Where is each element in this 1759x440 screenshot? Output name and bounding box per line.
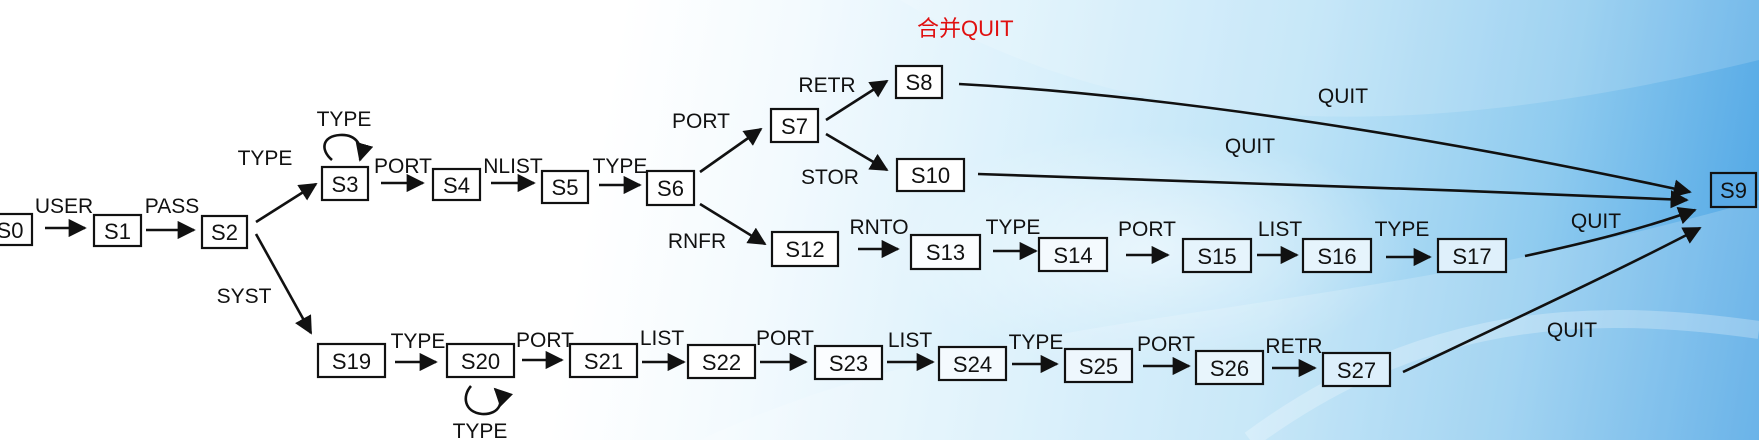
svg-text:S0: S0 [0, 218, 23, 243]
label-pass: PASS [145, 195, 199, 218]
label-type-s16-s17: TYPE [1375, 218, 1430, 241]
label-rnto: RNTO [849, 216, 908, 239]
label-port-s25-s26: PORT [1137, 333, 1195, 356]
label-type-s13-s14: TYPE [986, 216, 1041, 239]
label-list-s15-s16: LIST [1258, 218, 1303, 241]
state-s0: S0 [0, 212, 34, 247]
edge-s2-s3 [255, 182, 318, 224]
svg-text:S2: S2 [211, 220, 238, 245]
svg-text:S12: S12 [785, 237, 824, 262]
state-s23: S23 [813, 344, 884, 381]
state-s19: S19 [316, 342, 387, 379]
label-syst: SYST [217, 285, 272, 308]
loop-s3 [323, 133, 374, 162]
state-s20: S20 [445, 342, 516, 379]
loop-s20 [464, 385, 514, 416]
svg-text:S23: S23 [829, 351, 868, 376]
svg-text:S27: S27 [1337, 358, 1376, 383]
label-quit-s8: QUIT [1318, 85, 1368, 108]
label-retr-s7-s8: RETR [798, 74, 855, 97]
svg-text:S22: S22 [702, 350, 741, 375]
label-list-s23-s24: LIST [888, 329, 933, 352]
label-quit-s10: QUIT [1225, 135, 1275, 158]
svg-text:S24: S24 [953, 352, 992, 377]
label-rnfr: RNFR [668, 230, 726, 253]
svg-text:S17: S17 [1452, 244, 1491, 269]
label-port-s3-s4: PORT [374, 155, 432, 178]
state-s3: S3 [320, 165, 370, 202]
state-s26: S26 [1194, 349, 1265, 386]
svg-text:S25: S25 [1079, 354, 1118, 379]
svg-text:S9: S9 [1720, 178, 1747, 203]
svg-text:S3: S3 [332, 172, 359, 197]
svg-text:S10: S10 [911, 163, 950, 188]
state-s21: S21 [568, 342, 639, 379]
svg-text:S21: S21 [584, 349, 623, 374]
state-s27: S27 [1321, 351, 1392, 388]
state-diagram: 合并QUIT USER PASS TYPE TYPE PORT NLIST TY… [0, 16, 1758, 440]
state-s9: S9 [1709, 171, 1758, 209]
svg-text:S4: S4 [443, 173, 470, 198]
state-s14: S14 [1037, 236, 1109, 273]
label-port-s14-s15: PORT [1118, 218, 1176, 241]
state-s8: S8 [894, 64, 944, 100]
label-quit-s17: QUIT [1571, 210, 1621, 233]
svg-text:S5: S5 [552, 175, 579, 200]
svg-text:S7: S7 [781, 114, 808, 139]
svg-text:S1: S1 [104, 219, 131, 244]
merge-quit-note: 合并QUIT [917, 16, 1014, 41]
state-s12: S12 [770, 230, 840, 268]
state-s17: S17 [1436, 237, 1508, 274]
svg-text:S14: S14 [1053, 243, 1092, 268]
state-s16: S16 [1301, 237, 1373, 274]
label-type-s5-s6: TYPE [593, 155, 648, 178]
label-port-s22-s23: PORT [756, 327, 814, 350]
label-user: USER [35, 195, 93, 218]
state-s1: S1 [92, 213, 143, 248]
label-port-s6-s7: PORT [672, 110, 730, 133]
label-stor: STOR [801, 166, 859, 189]
svg-text:S26: S26 [1210, 356, 1249, 381]
state-s13: S13 [909, 233, 982, 271]
svg-text:S13: S13 [926, 240, 965, 265]
label-quit-s27: QUIT [1547, 319, 1597, 342]
svg-text:S20: S20 [461, 349, 500, 374]
svg-text:S6: S6 [657, 176, 684, 201]
label-port-s20-s21: PORT [516, 329, 574, 352]
state-s15: S15 [1181, 237, 1253, 274]
state-s25: S25 [1063, 347, 1134, 384]
state-s5: S5 [540, 169, 590, 205]
svg-text:S15: S15 [1197, 244, 1236, 269]
state-s10: S10 [895, 157, 966, 193]
label-nlist: NLIST [483, 155, 543, 178]
edge-s6-s7 [699, 127, 763, 174]
label-type-s24-s25: TYPE [1009, 331, 1064, 354]
state-s2: S2 [200, 214, 249, 250]
svg-text:S19: S19 [332, 349, 371, 374]
state-s22: S22 [686, 343, 757, 380]
edge-s2-s19 [254, 233, 313, 335]
label-type-loop-s3: TYPE [317, 108, 372, 131]
edge-s10-s9 [977, 172, 1689, 209]
label-type-s2-s3: TYPE [238, 147, 293, 170]
state-s6: S6 [645, 169, 696, 207]
svg-text:S8: S8 [906, 70, 933, 95]
edge-s7-s10 [825, 132, 889, 172]
label-list-s21-s22: LIST [640, 327, 685, 350]
label-type-loop-s20: TYPE [453, 420, 508, 440]
state-s7: S7 [769, 107, 820, 144]
state-s24: S24 [937, 345, 1008, 382]
svg-text:S16: S16 [1317, 244, 1356, 269]
label-type-s19-s20: TYPE [391, 330, 446, 353]
label-retr-s26-s27: RETR [1265, 335, 1322, 358]
state-s4: S4 [431, 167, 482, 202]
